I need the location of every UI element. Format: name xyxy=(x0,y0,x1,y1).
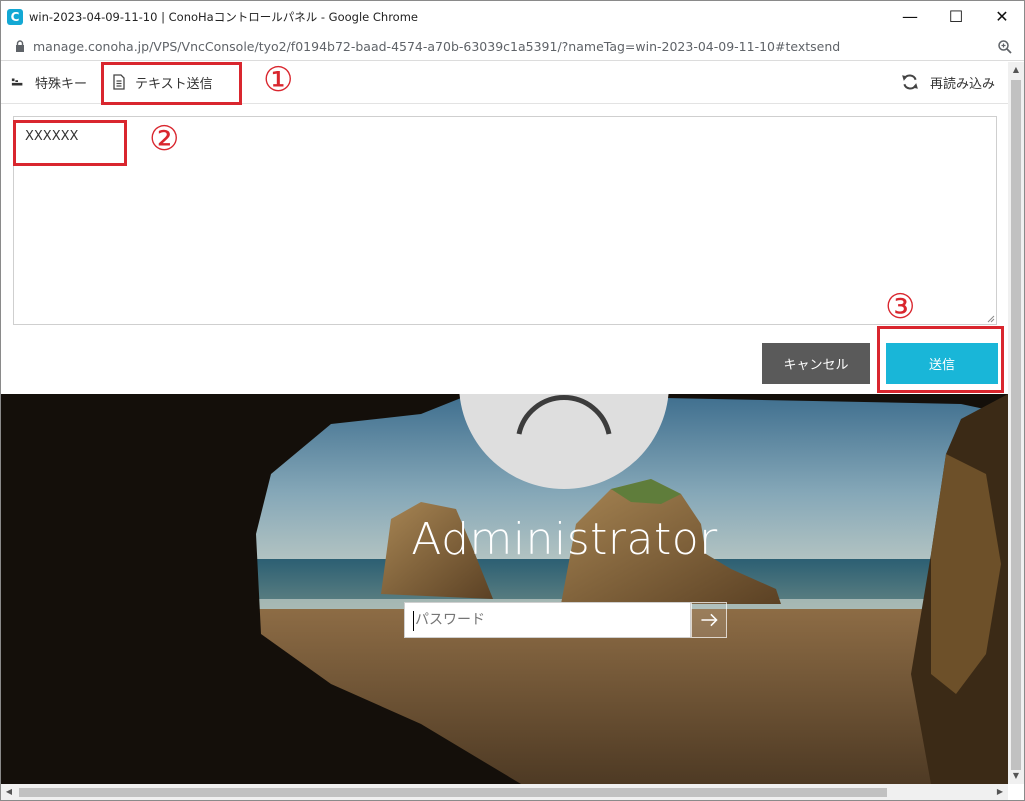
close-button[interactable]: ✕ xyxy=(979,1,1024,33)
annotation-number-2: ② xyxy=(149,119,180,159)
lock-icon xyxy=(16,40,24,52)
vertical-scrollbar[interactable]: ▲ ▼ xyxy=(1008,62,1024,784)
scroll-down-icon[interactable]: ▼ xyxy=(1008,768,1024,784)
cancel-button[interactable]: キャンセル xyxy=(762,343,870,384)
url-text[interactable]: manage.conoha.jp/VPS/VncConsole/tyo2/f01… xyxy=(33,39,840,54)
text-caret xyxy=(413,611,414,631)
zoom-icon[interactable] xyxy=(997,39,1013,55)
resize-grip-icon[interactable] xyxy=(987,315,995,323)
lockscreen-background xyxy=(1,394,1008,784)
password-field[interactable] xyxy=(404,602,691,638)
special-keys-label: 特殊キー xyxy=(35,76,88,92)
login-user-name: Administrator xyxy=(411,514,718,565)
address-bar[interactable]: manage.conoha.jp/VPS/VncConsole/tyo2/f01… xyxy=(1,34,1024,61)
annotation-number-1: ① xyxy=(263,60,294,100)
vnc-screen[interactable]: Administrator xyxy=(1,394,1008,784)
window-title: win-2023-04-09-11-10 | ConoHaコントロールパネル -… xyxy=(29,10,418,24)
title-bar: C win-2023-04-09-11-10 | ConoHaコントロールパネル… xyxy=(1,1,1024,34)
scroll-left-icon[interactable]: ◀ xyxy=(1,784,17,800)
reload-label: 再読み込み xyxy=(930,76,996,92)
scroll-up-icon[interactable]: ▲ xyxy=(1008,62,1024,78)
keyboard-bars-icon xyxy=(11,78,23,86)
conoha-logo-icon: C xyxy=(7,9,23,25)
password-input[interactable] xyxy=(405,603,690,637)
reload-button[interactable]: 再読み込み xyxy=(901,62,995,102)
annotation-box-send-button xyxy=(877,326,1004,393)
horizontal-scroll-thumb[interactable] xyxy=(19,788,887,797)
annotation-box-text-send-tab xyxy=(101,62,242,105)
submit-arrow-icon[interactable] xyxy=(691,602,727,638)
special-keys-button[interactable]: 特殊キー xyxy=(11,62,87,102)
vertical-scroll-thumb[interactable] xyxy=(1011,80,1021,770)
minimize-button[interactable]: — xyxy=(887,1,933,33)
annotation-number-3: ③ xyxy=(885,287,916,327)
refresh-icon xyxy=(902,74,918,90)
maximize-button[interactable]: ☐ xyxy=(933,1,979,33)
browser-window: C win-2023-04-09-11-10 | ConoHaコントロールパネル… xyxy=(0,0,1025,801)
horizontal-scrollbar[interactable]: ◀ ▶ xyxy=(1,784,1008,800)
scroll-right-icon[interactable]: ▶ xyxy=(992,784,1008,800)
annotation-box-text-input xyxy=(13,120,127,166)
